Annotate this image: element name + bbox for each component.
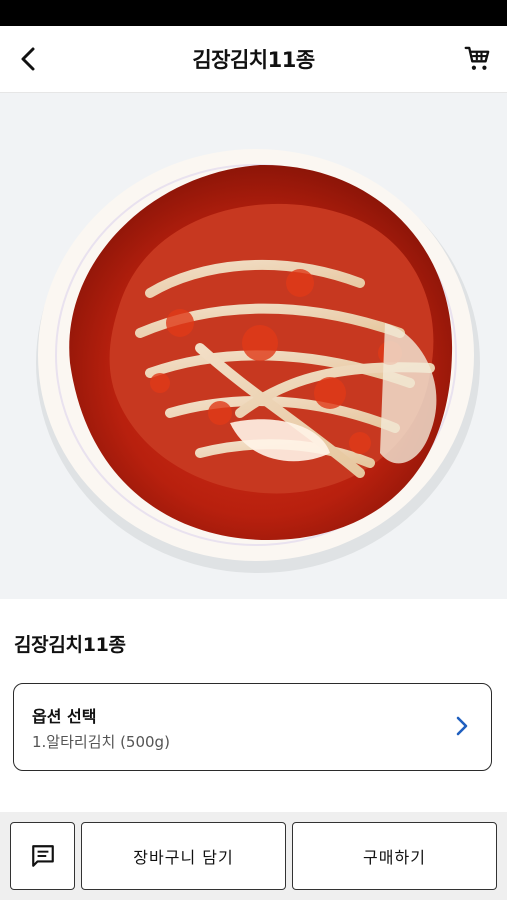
option-selector[interactable]: 옵션 선택 1.알타리김치 (500g) [13, 683, 492, 771]
page-title: 김장김치11종 [192, 48, 315, 72]
buy-button[interactable]: 구매하기 [292, 822, 497, 890]
option-value: 1.알타리김치 (500g) [32, 733, 170, 751]
status-bar [0, 0, 507, 26]
product-name: 김장김치11종 [14, 634, 126, 656]
top-app-bar: 김장김치11종 [0, 26, 507, 93]
add-to-cart-button[interactable]: 장바구니 담기 [81, 822, 286, 890]
cart-icon [464, 46, 490, 70]
option-label: 옵션 선택 [32, 707, 97, 726]
cart-button[interactable] [463, 44, 493, 74]
kimchi-plate-photo [0, 93, 507, 599]
product-image-carousel[interactable] [0, 93, 507, 599]
chevron-right-icon [456, 716, 468, 736]
bottom-action-bar: 장바구니 담기 구매하기 [0, 812, 507, 900]
chat-icon [31, 845, 54, 867]
chat-button[interactable] [10, 822, 75, 890]
